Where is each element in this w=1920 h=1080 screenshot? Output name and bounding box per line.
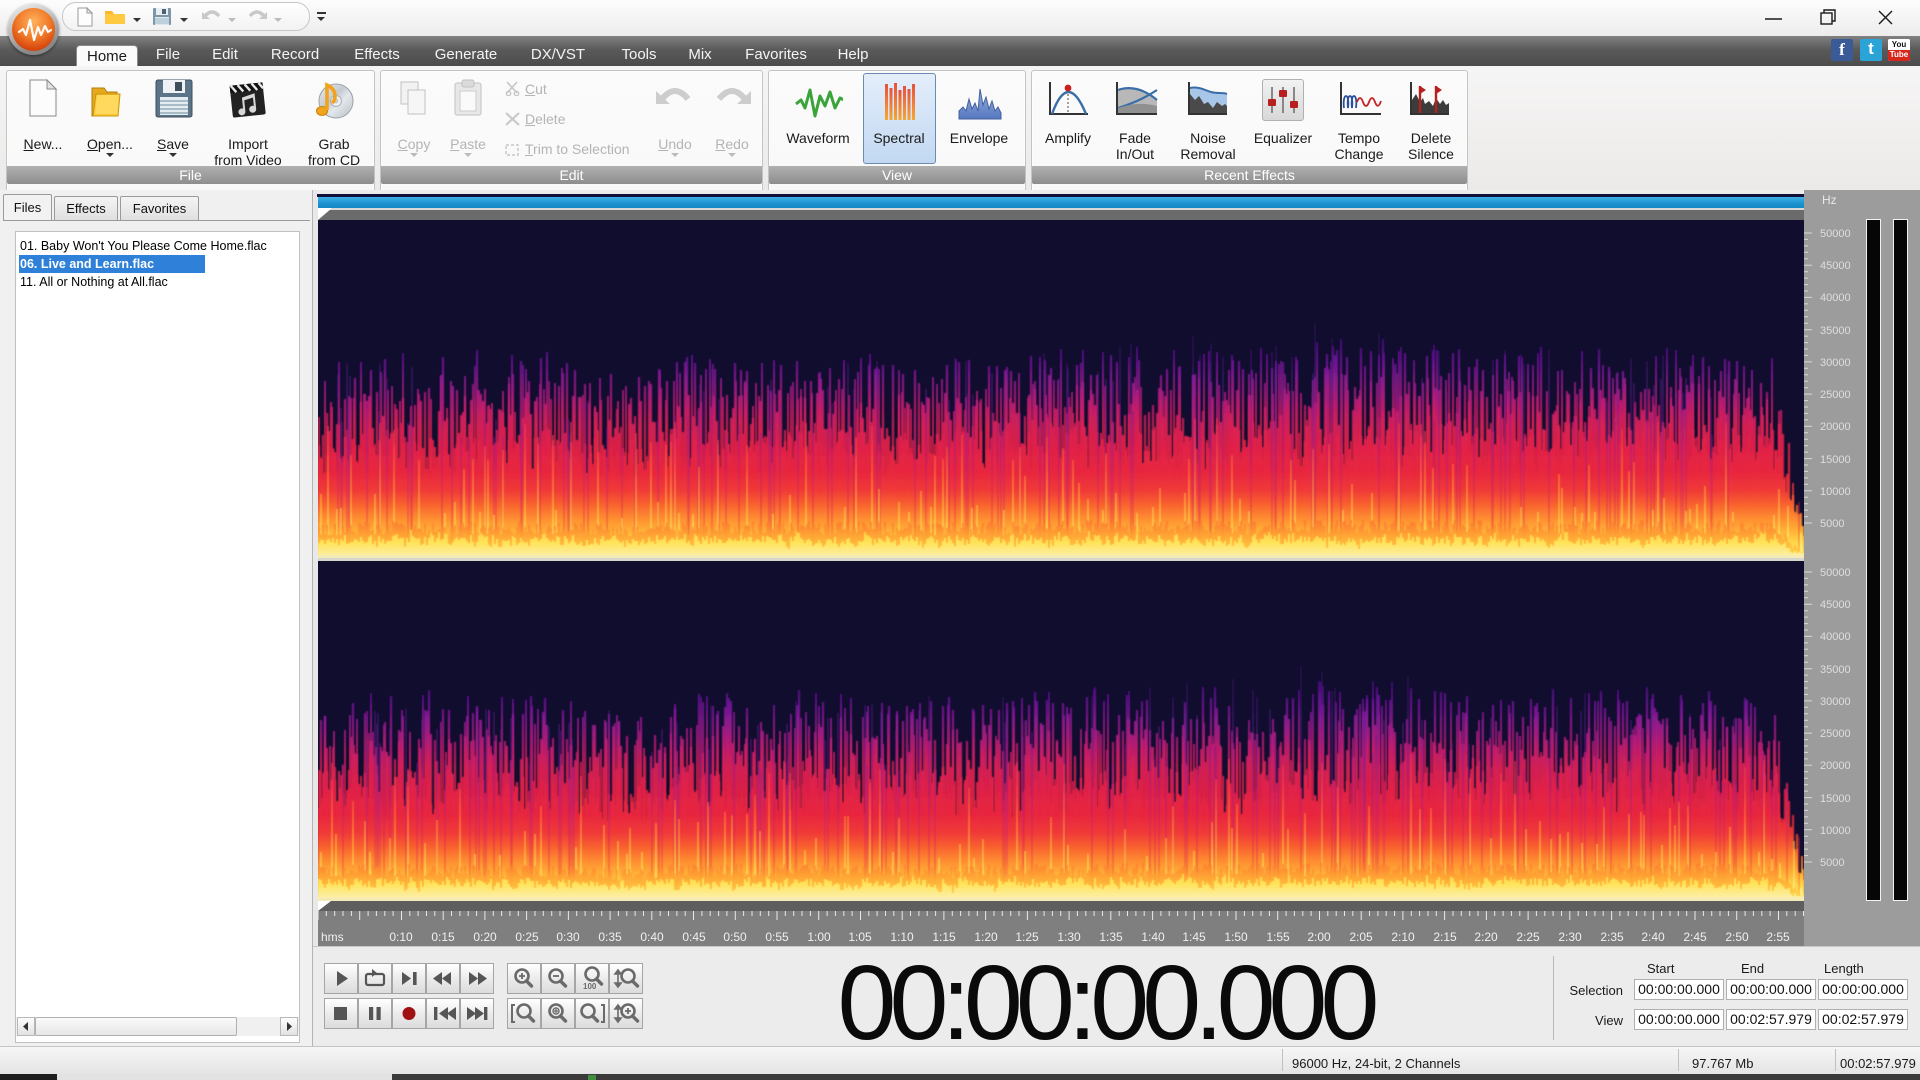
svg-text:0:10: 0:10 [389, 930, 413, 944]
svg-text:1:10: 1:10 [890, 930, 914, 944]
svg-text:0:20: 0:20 [473, 930, 497, 944]
svg-text:1:20: 1:20 [974, 930, 998, 944]
svg-text:0:30: 0:30 [556, 930, 580, 944]
svg-text:20000: 20000 [1820, 421, 1851, 433]
svg-text:0:45: 0:45 [682, 930, 706, 944]
svg-text:0:50: 0:50 [723, 930, 747, 944]
svg-text:1:40: 1:40 [1141, 930, 1165, 944]
svg-text:5000: 5000 [1820, 857, 1844, 869]
svg-text:10000: 10000 [1820, 825, 1851, 837]
svg-text:2:30: 2:30 [1558, 930, 1582, 944]
svg-text:1:30: 1:30 [1057, 930, 1081, 944]
svg-text:45000: 45000 [1820, 599, 1851, 611]
svg-text:2:45: 2:45 [1683, 930, 1707, 944]
svg-text:0:40: 0:40 [640, 930, 664, 944]
svg-text:35000: 35000 [1820, 664, 1851, 676]
svg-text:20000: 20000 [1820, 760, 1851, 772]
svg-text:15000: 15000 [1820, 793, 1851, 805]
svg-text:1:45: 1:45 [1182, 930, 1206, 944]
svg-text:2:00: 2:00 [1307, 930, 1331, 944]
svg-text:2:50: 2:50 [1725, 930, 1749, 944]
svg-text:2:15: 2:15 [1433, 930, 1457, 944]
svg-text:2:35: 2:35 [1600, 930, 1624, 944]
svg-text:2:20: 2:20 [1474, 930, 1498, 944]
svg-text:50000: 50000 [1820, 567, 1851, 579]
svg-text:2:10: 2:10 [1391, 930, 1415, 944]
svg-text:30000: 30000 [1820, 357, 1851, 369]
svg-text:40000: 40000 [1820, 631, 1851, 643]
svg-text:0:35: 0:35 [598, 930, 622, 944]
svg-text:2:05: 2:05 [1349, 930, 1373, 944]
svg-text:1:00: 1:00 [807, 930, 831, 944]
svg-text:5000: 5000 [1820, 518, 1844, 530]
svg-text:1:55: 1:55 [1266, 930, 1290, 944]
svg-text:100: 100 [583, 982, 597, 991]
svg-text:0:15: 0:15 [431, 930, 455, 944]
svg-text:45000: 45000 [1820, 260, 1851, 272]
svg-text:1:05: 1:05 [848, 930, 872, 944]
svg-text:1:35: 1:35 [1099, 930, 1123, 944]
svg-text:0:25: 0:25 [515, 930, 539, 944]
svg-text:0:55: 0:55 [765, 930, 789, 944]
svg-text:1:50: 1:50 [1224, 930, 1248, 944]
svg-text:2:40: 2:40 [1641, 930, 1665, 944]
svg-text:hms: hms [321, 930, 344, 944]
svg-text:Hz: Hz [1822, 193, 1837, 207]
svg-text:25000: 25000 [1820, 389, 1851, 401]
svg-text:1:25: 1:25 [1015, 930, 1039, 944]
svg-text:50000: 50000 [1820, 228, 1851, 240]
svg-text:10000: 10000 [1820, 486, 1851, 498]
svg-text:1:15: 1:15 [932, 930, 956, 944]
svg-text:40000: 40000 [1820, 292, 1851, 304]
svg-text:25000: 25000 [1820, 728, 1851, 740]
svg-text:35000: 35000 [1820, 325, 1851, 337]
svg-text:2:55: 2:55 [1766, 930, 1790, 944]
svg-text:15000: 15000 [1820, 454, 1851, 466]
svg-text:2:25: 2:25 [1516, 930, 1540, 944]
svg-text:30000: 30000 [1820, 696, 1851, 708]
